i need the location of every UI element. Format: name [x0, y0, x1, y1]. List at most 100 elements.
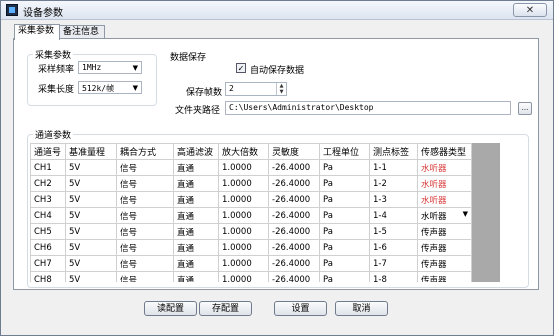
table-cell[interactable]: 1.0000	[218, 255, 269, 272]
table-cell[interactable]: 信号	[116, 191, 174, 208]
table-row[interactable]: CH1 5V 信号 直通 1.0000 -26.4000 Pa 1-1 水听器	[30, 159, 472, 176]
table-cell[interactable]: 5V	[65, 175, 117, 192]
column-header[interactable]: 通道号	[30, 143, 66, 160]
table-cell[interactable]: CH4	[30, 207, 66, 224]
table-cell[interactable]: 直通	[173, 191, 219, 208]
table-cell[interactable]: 直通	[173, 239, 219, 256]
table-cell[interactable]: 信号	[116, 159, 174, 176]
table-cell[interactable]: 直通	[173, 207, 219, 224]
table-cell[interactable]: 1-1	[369, 159, 418, 176]
tab-notes[interactable]: 备注信息	[59, 25, 105, 39]
column-header[interactable]: 放大倍数	[218, 143, 269, 160]
close-button[interactable]: ✕	[513, 3, 547, 17]
table-cell[interactable]: -26.4000	[268, 239, 320, 256]
setup-button[interactable]: 设置	[274, 301, 327, 316]
table-cell[interactable]: 直通	[173, 223, 219, 240]
chevron-down-icon[interactable]: ▼	[277, 89, 286, 95]
spinner-arrows[interactable]: ▲ ▼	[276, 83, 286, 95]
table-cell[interactable]: 1.0000	[218, 223, 269, 240]
table-cell[interactable]: 1-3	[369, 191, 418, 208]
table-cell[interactable]: Pa	[319, 255, 370, 272]
frames-spinner[interactable]: 2 ▲ ▼	[225, 82, 287, 96]
table-cell[interactable]: 直通	[173, 255, 219, 272]
table-cell[interactable]: 1.0000	[218, 239, 269, 256]
table-cell[interactable]: Pa	[319, 239, 370, 256]
table-cell[interactable]: 1-8	[369, 271, 418, 282]
table-cell[interactable]: CH7	[30, 255, 66, 272]
folder-path-input[interactable]: C:\Users\Administrator\Desktop	[225, 101, 511, 115]
table-cell[interactable]: 1.0000	[218, 159, 269, 176]
column-header[interactable]: 基准量程	[65, 143, 117, 160]
table-row[interactable]: CH7 5V 信号 直通 1.0000 -26.4000 Pa 1-7 传声器	[30, 255, 472, 272]
table-cell[interactable]: 信号	[116, 175, 174, 192]
table-cell[interactable]: 信号	[116, 255, 174, 272]
table-cell[interactable]: Pa	[319, 191, 370, 208]
table-cell[interactable]: 1-5	[369, 223, 418, 240]
auto-save-checkbox[interactable]: ✓	[236, 63, 246, 73]
table-cell[interactable]: 5V	[65, 207, 117, 224]
column-header[interactable]: 高通滤波	[173, 143, 219, 160]
browse-button[interactable]: ...	[518, 102, 532, 115]
table-cell[interactable]: 水听器 ▼	[417, 207, 472, 224]
table-cell[interactable]: Pa	[319, 207, 370, 224]
table-cell[interactable]: 1.0000	[218, 191, 269, 208]
table-cell[interactable]: 水听器	[417, 175, 472, 192]
table-cell[interactable]: -26.4000	[268, 159, 320, 176]
table-cell[interactable]: 1-2	[369, 175, 418, 192]
table-cell[interactable]: 5V	[65, 255, 117, 272]
table-cell[interactable]: Pa	[319, 159, 370, 176]
table-cell[interactable]: 信号	[116, 271, 174, 282]
table-cell[interactable]: 信号	[116, 223, 174, 240]
table-cell[interactable]: CH8	[30, 271, 66, 282]
table-cell[interactable]: 5V	[65, 191, 117, 208]
table-row[interactable]: CH6 5V 信号 直通 1.0000 -26.4000 Pa 1-6 传声器	[30, 239, 472, 256]
table-cell[interactable]: 传声器	[417, 239, 472, 256]
table-row[interactable]: CH3 5V 信号 直通 1.0000 -26.4000 Pa 1-3 水听器	[30, 191, 472, 208]
table-row[interactable]: CH2 5V 信号 直通 1.0000 -26.4000 Pa 1-2 水听器	[30, 175, 472, 192]
table-cell[interactable]: 1.0000	[218, 175, 269, 192]
table-cell[interactable]: CH3	[30, 191, 66, 208]
table-cell[interactable]: 传声器	[417, 255, 472, 272]
table-cell[interactable]: 1-7	[369, 255, 418, 272]
sample-rate-select[interactable]: 1MHz ▼	[78, 61, 142, 74]
table-cell[interactable]: CH6	[30, 239, 66, 256]
table-cell[interactable]: CH2	[30, 175, 66, 192]
table-cell[interactable]: 1-4	[369, 207, 418, 224]
table-cell[interactable]: -26.4000	[268, 255, 320, 272]
table-cell[interactable]: 直通	[173, 159, 219, 176]
table-row[interactable]: CH5 5V 信号 直通 1.0000 -26.4000 Pa 1-5 传声器	[30, 223, 472, 240]
table-cell[interactable]: 水听器	[417, 159, 472, 176]
table-cell[interactable]: Pa	[319, 271, 370, 282]
table-cell[interactable]: 5V	[65, 159, 117, 176]
table-cell[interactable]: 水听器	[417, 191, 472, 208]
column-header[interactable]: 工程单位	[319, 143, 370, 160]
column-header[interactable]: 灵敏度	[268, 143, 320, 160]
table-cell[interactable]: -26.4000	[268, 223, 320, 240]
table-cell[interactable]: 5V	[65, 239, 117, 256]
table-row[interactable]: CH8 5V 信号 直通 1.0000 -26.4000 Pa 1-8 传声器	[30, 271, 472, 282]
column-header[interactable]: 耦合方式	[116, 143, 174, 160]
table-cell[interactable]: Pa	[319, 223, 370, 240]
table-cell[interactable]: 1.0000	[218, 207, 269, 224]
table-cell[interactable]: 传声器	[417, 271, 472, 282]
table-cell[interactable]: Pa	[319, 175, 370, 192]
tab-acquisition[interactable]: 采集参数	[14, 24, 60, 40]
table-cell[interactable]: 1.0000	[218, 271, 269, 282]
chevron-down-icon[interactable]: ▼	[463, 210, 468, 218]
table-cell[interactable]: -26.4000	[268, 191, 320, 208]
table-cell[interactable]: -26.4000	[268, 207, 320, 224]
table-row[interactable]: CH4 5V 信号 直通 1.0000 -26.4000 Pa 1-4 水听器 ▼	[30, 207, 472, 224]
table-cell[interactable]: 直通	[173, 175, 219, 192]
table-cell[interactable]: 传声器	[417, 223, 472, 240]
sample-length-select[interactable]: 512k/帧 ▼	[78, 81, 142, 94]
column-header[interactable]: 传感器类型	[417, 143, 472, 160]
cancel-button[interactable]: 取消	[335, 301, 388, 316]
table-cell[interactable]: 5V	[65, 223, 117, 240]
table-cell[interactable]: 信号	[116, 207, 174, 224]
table-cell[interactable]: 直通	[173, 271, 219, 282]
table-cell[interactable]: CH1	[30, 159, 66, 176]
table-cell[interactable]: 1-6	[369, 239, 418, 256]
table-cell[interactable]: -26.4000	[268, 175, 320, 192]
table-cell[interactable]: -26.4000	[268, 271, 320, 282]
table-cell[interactable]: CH5	[30, 223, 66, 240]
